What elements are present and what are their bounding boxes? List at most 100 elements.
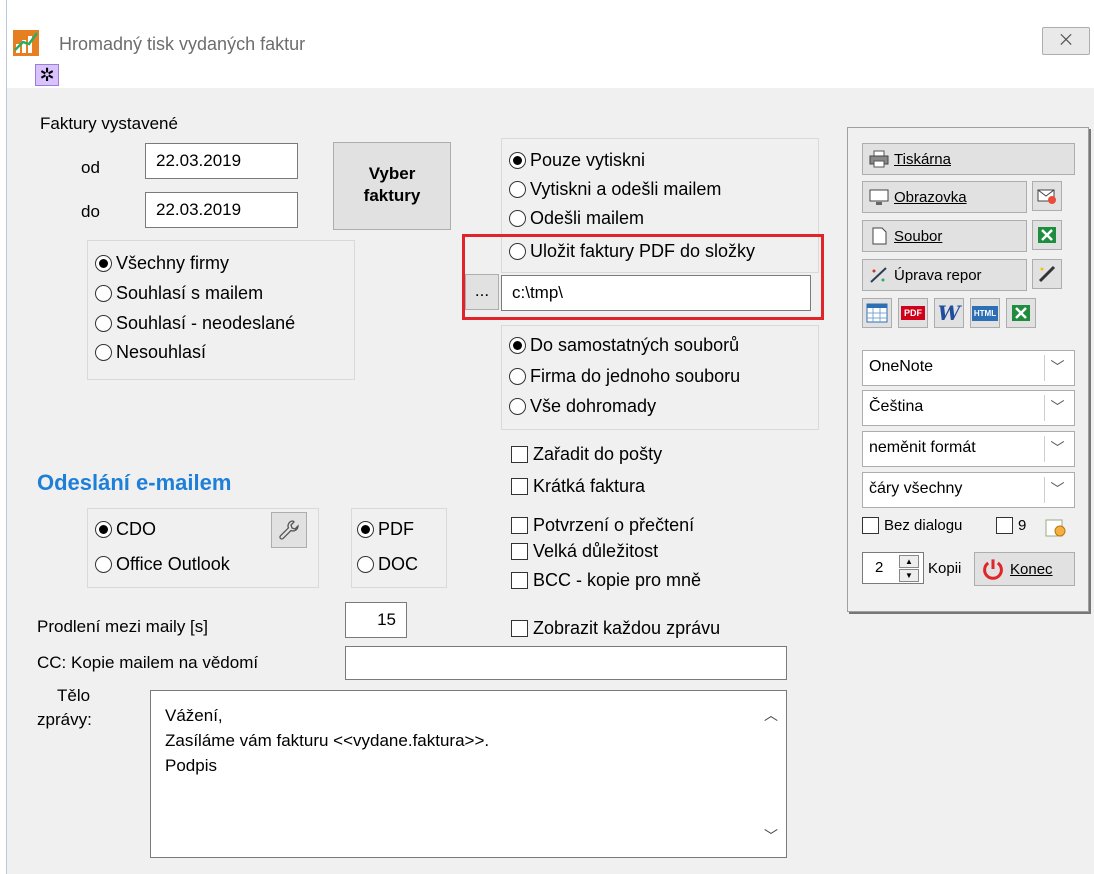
pdf-export-button[interactable]: PDF — [898, 298, 928, 328]
radio-dot — [357, 521, 374, 538]
word-export-button[interactable]: W — [934, 298, 964, 328]
printer-icon — [869, 150, 889, 168]
body-label-2: zprávy: — [37, 710, 92, 729]
post-checkbox-label: Zařadit do pošty — [533, 444, 663, 464]
from-label: od — [81, 158, 100, 177]
checkbox-box — [511, 478, 528, 495]
html-export-button[interactable]: HTML — [970, 298, 1000, 328]
radio-dot — [95, 255, 112, 272]
cc-input[interactable] — [345, 646, 787, 680]
lines-select-value: čáry všechny — [869, 480, 963, 497]
screen-button[interactable]: Obrazovka — [862, 181, 1027, 213]
action-radio-mail[interactable]: Odešli mailem — [509, 208, 644, 229]
client-radio-outlook-label: Office Outlook — [116, 554, 230, 574]
delay-label: Prodlení mezi maily [s] — [37, 617, 208, 636]
html-icon: HTML — [971, 305, 999, 321]
checkbox-box — [511, 572, 528, 589]
excel-icon — [1038, 227, 1056, 243]
format-radio-pdf-label: PDF — [378, 519, 414, 539]
word-icon: W — [937, 301, 961, 325]
format-select[interactable]: neměnit formát ﹀ — [862, 431, 1075, 467]
radio-dot — [95, 521, 112, 538]
close-button[interactable]: ⨉ — [1042, 27, 1090, 55]
lines-select[interactable]: čáry všechny ﹀ — [862, 472, 1075, 508]
short-invoice-checkbox[interactable]: Krátká faktura — [511, 476, 645, 497]
body-line: Podpis — [165, 756, 217, 775]
radio-dot — [509, 152, 526, 169]
chevron-down-icon: ﹀ — [1044, 436, 1070, 462]
edit-report-extra-button[interactable] — [1032, 259, 1062, 289]
invoices-section-label: Faktury vystavené — [40, 114, 178, 133]
onenote-select-value: OneNote — [869, 358, 934, 375]
firms-radio-all[interactable]: Všechny firmy — [95, 253, 229, 274]
action-radio-print[interactable]: Pouze vytiskni — [509, 150, 645, 171]
end-button[interactable]: Konec — [974, 552, 1075, 586]
format-radio-doc[interactable]: DOC — [357, 554, 418, 575]
bcc-checkbox-label: BCC - kopie pro mně — [533, 570, 702, 590]
email-screen-button[interactable] — [1032, 181, 1062, 211]
wrench-icon — [279, 520, 299, 540]
checkbox-box — [511, 543, 528, 560]
filemode-radio-separate[interactable]: Do samostatných souborů — [509, 335, 739, 356]
spin-down-icon[interactable]: ▼ — [899, 569, 919, 582]
edit-report-button[interactable]: Úprava repor — [862, 259, 1027, 291]
radio-dot — [95, 556, 112, 573]
message-body-textarea[interactable]: Vážení, Zasíláme vám fakturu <<vydane.fa… — [150, 690, 787, 858]
scroll-down-icon[interactable]: ﹀ — [764, 824, 778, 849]
file-button[interactable]: Soubor — [862, 220, 1027, 252]
checkbox-box — [511, 446, 528, 463]
copies-spinner[interactable]: 2 ▲ ▼ — [862, 552, 924, 584]
firms-radio-disagree[interactable]: Nesouhlasí — [95, 342, 206, 363]
spin-up-icon[interactable]: ▲ — [899, 555, 919, 568]
wizard-icon — [1045, 519, 1066, 537]
printer-button-label: Tiskárna — [894, 150, 951, 168]
read-receipt-checkbox-label: Potvrzení o přečtení — [533, 515, 695, 535]
monitor-icon — [869, 189, 889, 205]
no-dialog-checkbox-label: Bez dialogu — [884, 517, 963, 534]
title-bar: Hromadný tisk vydaných faktur ⨉ ✲ — [7, 0, 1094, 88]
importance-checkbox[interactable]: Velká důležitost — [511, 541, 658, 562]
delay-input[interactable]: 15 — [345, 602, 407, 638]
date-to-input[interactable]: 22.03.2019 — [145, 192, 298, 228]
calendar-export-button[interactable] — [862, 298, 892, 328]
firms-radio-disagree-label: Nesouhlasí — [116, 342, 207, 362]
date-from-input[interactable]: 22.03.2019 — [145, 143, 298, 179]
gear-icon[interactable]: ✲ — [35, 64, 59, 86]
firms-radio-unsent[interactable]: Souhlasí - neodeslané — [95, 313, 295, 334]
excel-file-button[interactable] — [1032, 220, 1062, 250]
table-icon — [866, 303, 888, 323]
onenote-select[interactable]: OneNote ﹀ — [862, 350, 1075, 386]
checkbox-box — [996, 517, 1013, 534]
filemode-radio-firm[interactable]: Firma do jednoho souboru — [509, 366, 740, 387]
copies-value: 2 — [875, 559, 884, 576]
filemode-radio-all[interactable]: Vše dohromady — [509, 396, 656, 417]
report-design-icon — [870, 267, 887, 283]
radio-dot — [509, 210, 526, 227]
email-heading: Odeslání e-mailem — [37, 470, 232, 495]
document-icon — [872, 227, 887, 245]
language-select[interactable]: Čeština ﹀ — [862, 390, 1075, 426]
client-radio-cdo[interactable]: CDO — [95, 519, 156, 540]
chevron-down-icon: ﹀ — [1044, 395, 1070, 421]
action-radio-print-mail[interactable]: Vytiskni a odešli mailem — [509, 179, 721, 200]
show-each-checkbox[interactable]: Zobrazit každou zprávu — [511, 618, 720, 639]
file-button-label: Soubor — [894, 227, 943, 245]
body-label-1: Tělo — [57, 686, 91, 705]
select-invoices-button[interactable]: Vyber faktury — [333, 142, 451, 230]
excel-export-button[interactable] — [1006, 298, 1036, 328]
firms-radio-agree[interactable]: Souhlasí s mailem — [95, 283, 263, 304]
checkbox-box — [511, 517, 528, 534]
format-radio-pdf[interactable]: PDF — [357, 519, 414, 540]
wrench-settings-button[interactable] — [271, 512, 307, 548]
settings-wizard-icon[interactable] — [1044, 517, 1070, 541]
bcc-checkbox[interactable]: BCC - kopie pro mně — [511, 570, 701, 591]
client-radio-outlook[interactable]: Office Outlook — [95, 554, 230, 575]
nine-checkbox[interactable]: 9 — [996, 517, 1026, 534]
end-button-label: Konec — [1010, 560, 1053, 578]
printer-button[interactable]: Tiskárna — [862, 143, 1075, 175]
firms-radio-all-label: Všechny firmy — [116, 253, 230, 273]
post-checkbox[interactable]: Zařadit do pošty — [511, 444, 662, 465]
scroll-up-icon[interactable]: ︿ — [764, 703, 778, 728]
no-dialog-checkbox[interactable]: Bez dialogu — [862, 517, 962, 534]
read-receipt-checkbox[interactable]: Potvrzení o přečtení — [511, 515, 694, 536]
